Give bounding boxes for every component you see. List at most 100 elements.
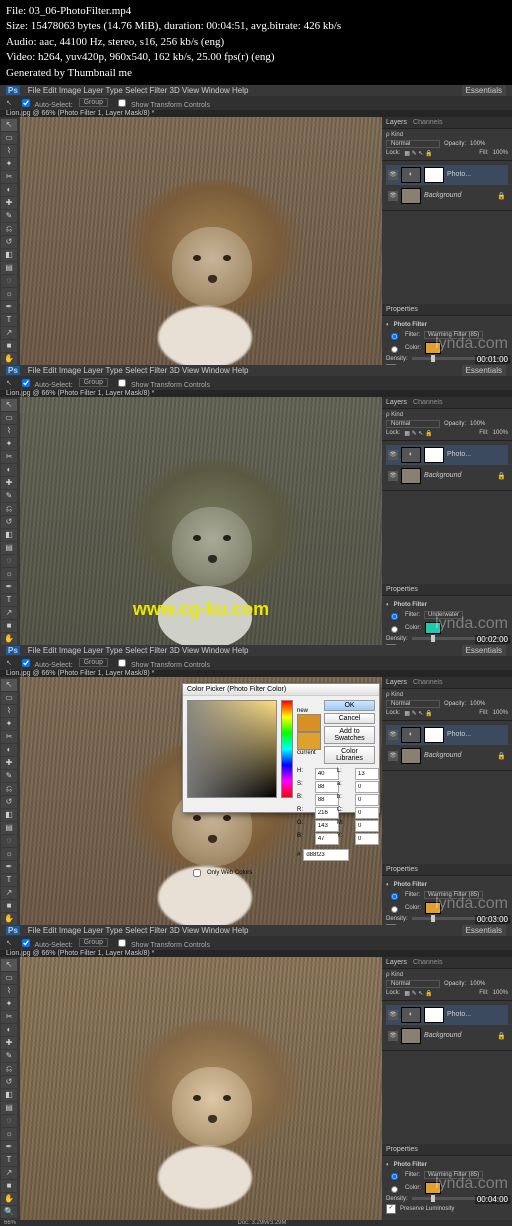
history-brush-tool[interactable]: ↺	[1, 1076, 17, 1088]
auto-select-checkbox[interactable]	[22, 99, 30, 107]
visibility-toggle[interactable]: 👁	[388, 1031, 398, 1041]
stamp-tool[interactable]: ⎌	[1, 1063, 17, 1075]
eraser-tool[interactable]: ◧	[1, 1089, 17, 1101]
workspace-switcher[interactable]: Essentials	[462, 85, 506, 96]
heal-tool[interactable]: ✚	[1, 757, 17, 769]
opacity-value[interactable]: 100%	[470, 141, 485, 147]
layer-name[interactable]: Photo...	[447, 1011, 471, 1018]
filter-color-swatch[interactable]	[425, 1182, 441, 1194]
hand-tool[interactable]: ✋	[1, 1193, 17, 1205]
color-radio[interactable]	[391, 1186, 398, 1193]
marquee-tool[interactable]: ▭	[1, 692, 17, 704]
opacity-value[interactable]: 100%	[470, 421, 485, 427]
hand-tool[interactable]: ✋	[1, 353, 17, 365]
filter-preset-select[interactable]: Warming Filter (85)	[424, 891, 483, 899]
cancel-button[interactable]: Cancel	[324, 713, 375, 724]
path-tool[interactable]: ↗	[1, 887, 17, 899]
show-transform-checkbox[interactable]	[118, 659, 126, 667]
layer-filter-kind[interactable]: ρ Kind	[386, 412, 403, 418]
canvas[interactable]	[20, 117, 382, 380]
visibility-toggle[interactable]: 👁	[388, 450, 398, 460]
dodge-tool[interactable]: ☼	[1, 1128, 17, 1140]
eyedropper-tool[interactable]: ◐	[1, 184, 17, 196]
filter-radio[interactable]	[391, 333, 398, 340]
blur-tool[interactable]: ◌	[1, 275, 17, 287]
layer-row-photo-filter[interactable]: 👁 ◐ Photo...	[386, 725, 508, 745]
lock-icons[interactable]: ▦ ✎ ↖ 🔒	[404, 430, 432, 437]
canvas[interactable]: www.cg-ku.com	[20, 397, 382, 660]
layer-row-background[interactable]: 👁 Background 🔒	[386, 746, 508, 766]
gradient-tool[interactable]: ▤	[1, 542, 17, 554]
crop-tool[interactable]: ✂	[1, 451, 17, 463]
eraser-tool[interactable]: ◧	[1, 809, 17, 821]
layer-mask-thumb[interactable]	[424, 1007, 444, 1023]
gradient-tool[interactable]: ▤	[1, 822, 17, 834]
layer-row-background[interactable]: 👁 Background 🔒	[386, 186, 508, 206]
layer-name[interactable]: Photo...	[447, 731, 471, 738]
eyedropper-tool[interactable]: ◐	[1, 1024, 17, 1036]
layer-name[interactable]: Background	[424, 472, 461, 479]
channels-tab[interactable]: Channels	[413, 959, 443, 966]
s-input[interactable]	[315, 781, 339, 793]
type-tool[interactable]: T	[1, 874, 17, 886]
auto-select-target[interactable]: Group	[79, 938, 108, 947]
layer-name[interactable]: Background	[424, 752, 461, 759]
heal-tool[interactable]: ✚	[1, 197, 17, 209]
zoom-tool[interactable]: 🔍	[1, 1206, 17, 1218]
path-tool[interactable]: ↗	[1, 607, 17, 619]
layer-name[interactable]: Photo...	[447, 451, 471, 458]
auto-select-checkbox[interactable]	[22, 379, 30, 387]
color-radio[interactable]	[391, 346, 398, 353]
color-radio[interactable]	[391, 626, 398, 633]
bval-input[interactable]	[315, 794, 339, 806]
show-transform-checkbox[interactable]	[118, 99, 126, 107]
blur-tool[interactable]: ◌	[1, 835, 17, 847]
layer-row-photo-filter[interactable]: 👁 ◐ Photo...	[386, 1005, 508, 1025]
hue-slider[interactable]	[281, 700, 293, 798]
layer-name[interactable]: Photo...	[447, 171, 471, 178]
filter-preset-select[interactable]: Warming Filter (85)	[424, 331, 483, 339]
filter-preset-select[interactable]: Warming Filter (85)	[424, 1171, 483, 1179]
layers-tab[interactable]: Layers	[386, 399, 407, 406]
visibility-toggle[interactable]: 👁	[388, 471, 398, 481]
y-input[interactable]	[355, 833, 379, 845]
visibility-toggle[interactable]: 👁	[388, 730, 398, 740]
type-tool[interactable]: T	[1, 594, 17, 606]
crop-tool[interactable]: ✂	[1, 171, 17, 183]
layer-name[interactable]: Background	[424, 192, 461, 199]
marquee-tool[interactable]: ▭	[1, 972, 17, 984]
layer-mask-thumb[interactable]	[424, 167, 444, 183]
menu-items[interactable]: File Edit Image Layer Type Select Filter…	[28, 646, 249, 655]
shape-tool[interactable]: ■	[1, 620, 17, 632]
document-tab[interactable]: Lion.jpg @ 66% (Photo Filter 1, Layer Ma…	[6, 110, 154, 117]
filter-color-swatch[interactable]	[425, 622, 441, 634]
document-tab[interactable]: Lion.jpg @ 66% (Photo Filter 1, Layer Ma…	[6, 390, 154, 397]
fill-value[interactable]: 100%	[493, 430, 508, 436]
canvas[interactable]: Color Picker (Photo Filter Color) new cu…	[20, 677, 382, 940]
dodge-tool[interactable]: ☼	[1, 288, 17, 300]
filter-color-swatch[interactable]	[425, 342, 441, 354]
layer-row-background[interactable]: 👁 Background 🔒	[386, 1026, 508, 1046]
channels-tab[interactable]: Channels	[413, 119, 443, 126]
filter-radio[interactable]	[391, 613, 398, 620]
blend-mode-select[interactable]: Normal	[386, 700, 440, 708]
wand-tool[interactable]: ✦	[1, 438, 17, 450]
crop-tool[interactable]: ✂	[1, 1011, 17, 1023]
auto-select-checkbox[interactable]	[22, 939, 30, 947]
marquee-tool[interactable]: ▭	[1, 412, 17, 424]
pen-tool[interactable]: ✒	[1, 1141, 17, 1153]
layer-filter-kind[interactable]: ρ Kind	[386, 972, 403, 978]
fill-value[interactable]: 100%	[493, 990, 508, 996]
heal-tool[interactable]: ✚	[1, 1037, 17, 1049]
marquee-tool[interactable]: ▭	[1, 132, 17, 144]
web-only-checkbox[interactable]	[193, 869, 201, 877]
workspace-switcher[interactable]: Essentials	[462, 645, 506, 656]
history-brush-tool[interactable]: ↺	[1, 516, 17, 528]
crop-tool[interactable]: ✂	[1, 731, 17, 743]
shape-tool[interactable]: ■	[1, 340, 17, 352]
workspace-switcher[interactable]: Essentials	[462, 925, 506, 936]
shape-tool[interactable]: ■	[1, 900, 17, 912]
wand-tool[interactable]: ✦	[1, 158, 17, 170]
move-tool[interactable]: ↖	[1, 959, 17, 971]
auto-select-target[interactable]: Group	[79, 658, 108, 667]
